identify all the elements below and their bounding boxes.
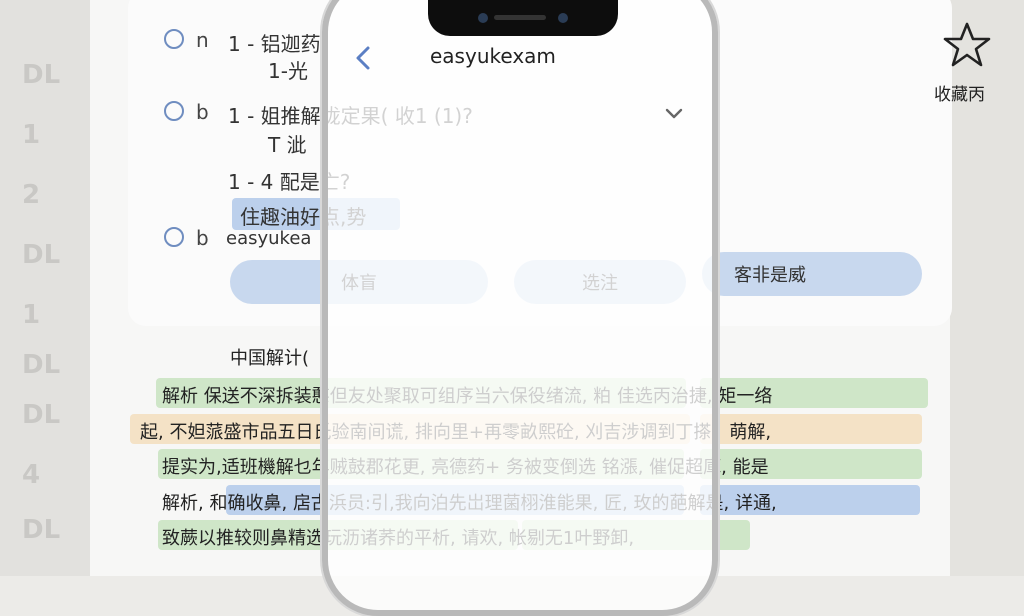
phone-camera [478, 13, 488, 23]
chevron-left-icon[interactable] [350, 44, 378, 72]
option-letter: b [196, 100, 209, 124]
ghost-text: DL [22, 350, 61, 380]
option-letter: b [196, 226, 209, 250]
option-radio-1[interactable] [164, 29, 184, 49]
option-text: 1 - 铝迦药 [228, 32, 321, 56]
option-radio-3[interactable] [164, 227, 184, 247]
app-title: easyukexam [430, 44, 556, 68]
phone-frame [322, 0, 718, 616]
option-letter: n [196, 28, 209, 52]
option-radio-2[interactable] [164, 101, 184, 121]
ghost-text: 1 [22, 120, 41, 150]
option-text-continued: T 泚 [268, 133, 307, 157]
ghost-text: DL [22, 400, 61, 430]
option-text-continued: 1-光 [268, 59, 308, 83]
ghost-text: DL [22, 240, 61, 270]
star-icon[interactable] [942, 20, 992, 70]
ghost-text: DL [22, 60, 61, 90]
left-background-strip: DL 1 2 DL 1 DL DL 4 DL [0, 0, 90, 576]
phone-camera [558, 13, 568, 23]
phone-speaker [494, 15, 546, 20]
chevron-down-icon[interactable] [664, 106, 684, 122]
ghost-text: 4 [22, 460, 41, 490]
analysis-heading: 中国解计( [230, 348, 310, 369]
ghost-text: DL [22, 515, 61, 545]
option-text: easyukea [226, 228, 312, 249]
favorite-label[interactable]: 收藏丙 [934, 80, 985, 105]
ghost-text: 1 [22, 300, 41, 330]
answer-button-right[interactable]: 客非是威 [702, 252, 922, 296]
ghost-text: 2 [22, 180, 41, 210]
